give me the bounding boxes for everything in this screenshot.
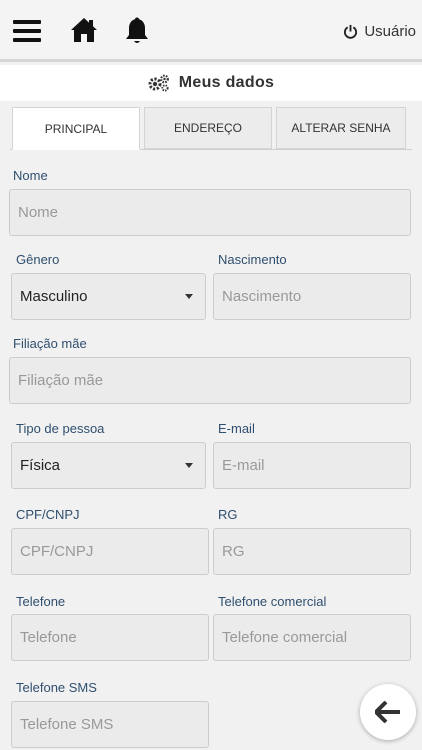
nascimento-input[interactable]: Nascimento bbox=[213, 273, 411, 320]
telefone-comercial-label: Telefone comercial bbox=[218, 594, 327, 609]
back-button[interactable] bbox=[360, 684, 416, 740]
nascimento-label: Nascimento bbox=[218, 252, 287, 267]
nome-label: Nome bbox=[13, 168, 48, 183]
tipo-pessoa-value: Física bbox=[20, 457, 61, 474]
dropdown-caret-icon bbox=[185, 463, 193, 468]
email-label: E-mail bbox=[218, 421, 255, 436]
tab-principal[interactable]: PRINCIPAL bbox=[12, 107, 140, 150]
filiacao-label: Filiação mãe bbox=[13, 336, 87, 351]
bell-icon[interactable] bbox=[124, 17, 150, 45]
user-label: Usuário bbox=[364, 22, 416, 40]
rg-label: RG bbox=[218, 507, 238, 522]
telefone-sms-input[interactable]: Telefone SMS bbox=[11, 701, 209, 748]
arrow-left-icon bbox=[375, 701, 400, 723]
tipo-pessoa-label: Tipo de pessoa bbox=[16, 421, 105, 436]
email-input[interactable]: E-mail bbox=[213, 442, 411, 489]
telefone-label: Telefone bbox=[16, 594, 66, 609]
telefone-comercial-input[interactable]: Telefone comercial bbox=[213, 614, 411, 661]
cpf-label: CPF/CNPJ bbox=[16, 507, 80, 522]
telefone-input[interactable]: Telefone bbox=[11, 614, 209, 661]
gears-icon bbox=[148, 74, 169, 92]
top-bar: Usuário bbox=[0, 0, 422, 62]
page-title-text: Meus dados bbox=[178, 74, 275, 91]
home-icon[interactable] bbox=[70, 17, 98, 43]
genero-value: Masculino bbox=[20, 288, 88, 305]
page-title: Meus dados bbox=[0, 65, 422, 101]
user-menu[interactable]: Usuário bbox=[343, 21, 416, 41]
menu-icon[interactable] bbox=[13, 20, 41, 42]
genero-label: Gênero bbox=[16, 252, 60, 267]
genero-select[interactable]: Masculino bbox=[11, 273, 206, 320]
tab-bar: PRINCIPAL ENDEREÇO ALTERAR SENHA bbox=[10, 107, 412, 150]
tab-endereco[interactable]: ENDEREÇO bbox=[144, 107, 272, 149]
telefone-sms-label: Telefone SMS bbox=[16, 680, 97, 695]
rg-input[interactable]: RG bbox=[213, 528, 411, 575]
cpf-input[interactable]: CPF/CNPJ bbox=[11, 528, 209, 575]
nome-input[interactable]: Nome bbox=[9, 189, 411, 236]
tipo-pessoa-select[interactable]: Física bbox=[11, 442, 206, 489]
tab-alterar-senha[interactable]: ALTERAR SENHA bbox=[276, 107, 406, 149]
dropdown-caret-icon bbox=[185, 294, 193, 299]
power-icon bbox=[344, 24, 358, 39]
filiacao-input[interactable]: Filiação mãe bbox=[9, 357, 411, 404]
